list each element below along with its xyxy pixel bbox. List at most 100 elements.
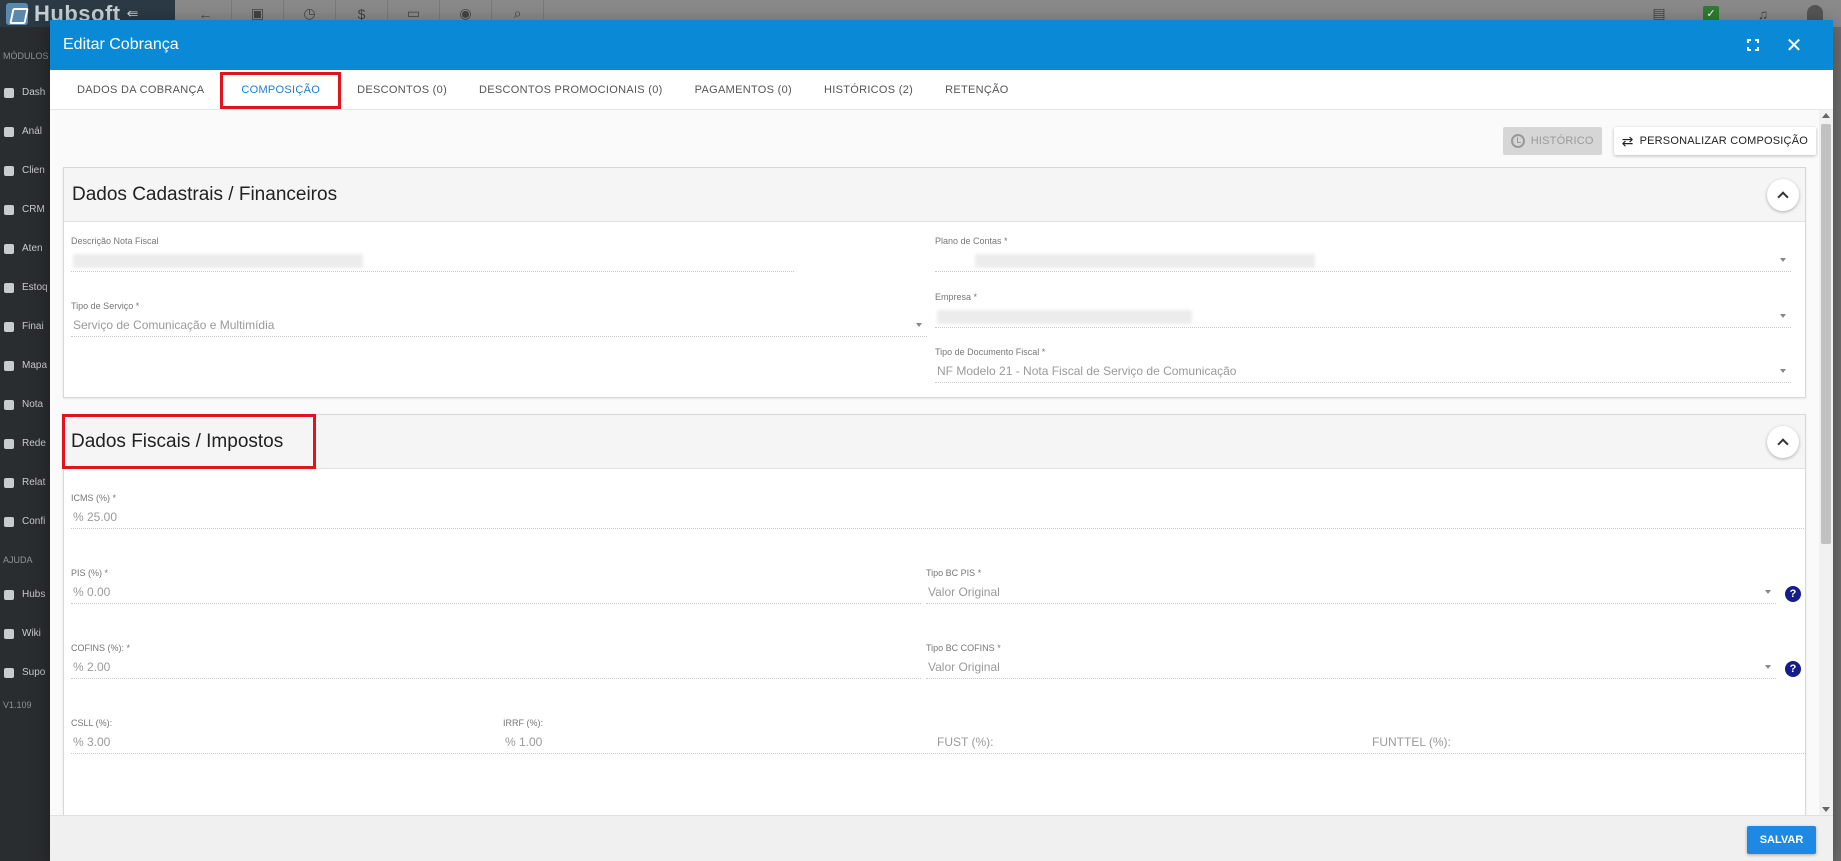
cofins-label: COFINS (%): bbox=[71, 643, 124, 653]
fullscreen-button[interactable] bbox=[1741, 33, 1765, 57]
sidebar-item-configuracoes[interactable]: Confi bbox=[0, 502, 50, 541]
sidebar-item-dashboard[interactable]: Dash bbox=[0, 73, 50, 112]
tab-historicos[interactable]: HISTÓRICOS (2) bbox=[808, 70, 929, 110]
modal-content: HISTÓRICO ⇄ PERSONALIZAR COMPOSIÇÃO Dado… bbox=[50, 110, 1819, 815]
icms-value: % 25.00 bbox=[73, 510, 118, 524]
cofins-value: % 2.00 bbox=[73, 660, 111, 674]
sidebar-item-label: Rede bbox=[22, 438, 46, 449]
chevron-down-icon bbox=[916, 323, 922, 327]
tab-composicao[interactable]: COMPOSIÇÃO bbox=[220, 71, 342, 109]
tab-descontos-promocionais[interactable]: DESCONTOS PROMOCIONAIS (0) bbox=[463, 70, 679, 110]
sidebar-item-label: Mapa bbox=[22, 360, 48, 371]
sidebar-item-crm[interactable]: CRM bbox=[0, 190, 50, 229]
sidebar-item-hubsoft[interactable]: Hubs bbox=[0, 575, 50, 614]
empresa-field[interactable]: Empresa * bbox=[935, 292, 1791, 328]
descricao-nota-fiscal-field[interactable]: Descrição Nota Fiscal bbox=[71, 236, 794, 272]
swap-icon: ⇄ bbox=[1621, 132, 1634, 149]
fust-field[interactable]: FUST (%): bbox=[937, 735, 993, 749]
sidebar-item-label: Clien bbox=[22, 165, 45, 176]
personalizar-composicao-button[interactable]: ⇄ PERSONALIZAR COMPOSIÇÃO bbox=[1613, 127, 1816, 155]
sidebar-item-label: Hubs bbox=[22, 589, 46, 600]
dashboard-icon bbox=[4, 87, 14, 98]
sidebar-item-notas[interactable]: Nota bbox=[0, 385, 50, 424]
help-icon[interactable]: ? bbox=[1785, 586, 1801, 602]
edit-charge-modal: Editar Cobrança ✕ DADOS DA COBRANÇA COMP… bbox=[50, 20, 1833, 861]
tipo-documento-fiscal-select[interactable]: Tipo de Documento Fiscal * NF Modelo 21 … bbox=[935, 347, 1791, 383]
historico-button-label: HISTÓRICO bbox=[1530, 135, 1594, 147]
sidebar-item-financeiro[interactable]: Finai bbox=[0, 307, 50, 346]
plano-de-contas-field[interactable]: Plano de Contas * bbox=[935, 236, 1791, 272]
close-button[interactable]: ✕ bbox=[1782, 33, 1806, 57]
chevron-down-icon bbox=[1765, 590, 1771, 594]
chevron-down-icon bbox=[1780, 314, 1786, 318]
fiscais-card: Dados Fiscais / Impostos ICMS (%) * % 25… bbox=[62, 414, 1806, 815]
sidebar-item-estoque[interactable]: Estoq bbox=[0, 268, 50, 307]
cadastrais-card-header: Dados Cadastrais / Financeiros bbox=[64, 168, 1805, 222]
hubsoft-logo-icon bbox=[6, 2, 28, 25]
chevron-down-icon bbox=[1780, 369, 1786, 373]
sidebar-item-relatorios[interactable]: Relat bbox=[0, 463, 50, 502]
video-icon bbox=[4, 589, 14, 600]
sidebar-item-label: Supo bbox=[22, 667, 46, 678]
redacted-value bbox=[975, 254, 1315, 268]
sidebar-item-clientes[interactable]: Clien bbox=[0, 151, 50, 190]
funttel-field[interactable]: FUNTTEL (%): bbox=[1372, 735, 1451, 749]
user-card-icon bbox=[4, 165, 14, 176]
tab-pagamentos[interactable]: PAGAMENTOS (0) bbox=[679, 70, 808, 110]
calendar-icon bbox=[4, 243, 14, 254]
tab-dados-cobranca[interactable]: DADOS DA COBRANÇA bbox=[61, 70, 220, 110]
sidebar-item-atendimento[interactable]: Aten bbox=[0, 229, 50, 268]
gear-icon bbox=[4, 516, 14, 527]
tipo-bc-cofins-label: Tipo BC COFINS bbox=[926, 643, 995, 653]
collapse-fiscais-button[interactable] bbox=[1767, 426, 1799, 458]
redacted-value bbox=[73, 254, 363, 268]
pis-field[interactable]: PIS (%) * % 0.00 bbox=[71, 568, 921, 604]
tab-retencao[interactable]: RETENÇÃO bbox=[929, 70, 1025, 110]
sidebar-item-analise[interactable]: Anál bbox=[0, 112, 50, 151]
sidebar-section-help: AJUDA bbox=[3, 555, 33, 565]
irrf-value[interactable]: % 1.00 bbox=[505, 735, 542, 749]
tipo-servico-select[interactable]: Tipo de Serviço * Serviço de Comunicação… bbox=[71, 301, 927, 337]
save-button[interactable]: SALVAR bbox=[1747, 826, 1816, 854]
csll-label: CSLL (%): bbox=[71, 718, 113, 728]
scrollbar-thumb[interactable] bbox=[1821, 124, 1831, 544]
cofins-field[interactable]: COFINS (%): * % 2.00 bbox=[71, 643, 921, 679]
sidebar-item-mapa[interactable]: Mapa bbox=[0, 346, 50, 385]
finance-icon bbox=[4, 321, 14, 332]
wiki-icon bbox=[4, 628, 14, 639]
redacted-value bbox=[937, 310, 1192, 324]
tipo-bc-cofins-value: Valor Original bbox=[928, 660, 1000, 674]
history-icon bbox=[1510, 134, 1525, 148]
tipo-servico-label: Tipo de Serviço bbox=[71, 301, 134, 311]
sidebar-item-rede[interactable]: Rede bbox=[0, 424, 50, 463]
icms-field[interactable]: ICMS (%) * % 25.00 bbox=[71, 493, 1806, 529]
sidebar-item-label: CRM bbox=[22, 204, 45, 215]
modal-scrollbar[interactable] bbox=[1819, 110, 1833, 815]
tipo-bc-pis-select[interactable]: Tipo BC PIS * Valor Original bbox=[926, 568, 1776, 604]
plano-label: Plano de Contas bbox=[935, 236, 1002, 246]
close-icon: ✕ bbox=[1785, 34, 1803, 57]
sidebar-item-label: Estoq bbox=[22, 282, 48, 293]
personalizar-button-label: PERSONALIZAR COMPOSIÇÃO bbox=[1639, 135, 1808, 147]
scroll-down-icon[interactable] bbox=[1822, 807, 1830, 812]
sidebar-item-label: Aten bbox=[22, 243, 43, 254]
sidebar-item-label: Relat bbox=[22, 477, 46, 488]
descricao-label: Descrição Nota Fiscal bbox=[71, 236, 159, 246]
collapse-cadastrais-button[interactable] bbox=[1767, 179, 1799, 211]
scroll-up-icon[interactable] bbox=[1822, 113, 1830, 118]
fiscais-title: Dados Fiscais / Impostos bbox=[62, 414, 317, 469]
tipo-bc-cofins-select[interactable]: Tipo BC COFINS * Valor Original bbox=[926, 643, 1776, 679]
help-icon[interactable]: ? bbox=[1785, 661, 1801, 677]
tab-descontos[interactable]: DESCONTOS (0) bbox=[341, 70, 463, 110]
modal-header: Editar Cobrança ✕ bbox=[50, 20, 1833, 70]
historico-button[interactable]: HISTÓRICO bbox=[1502, 127, 1602, 155]
network-icon bbox=[4, 438, 14, 449]
tipo-doc-value: NF Modelo 21 - Nota Fiscal de Serviço de… bbox=[937, 364, 1237, 378]
sidebar-item-suporte[interactable]: Supo bbox=[0, 653, 50, 692]
app-sidebar: MÓDULOS Dash Anál Clien CRM Aten Estoq F… bbox=[0, 27, 50, 861]
chevron-down-icon bbox=[1765, 665, 1771, 669]
sidebar-item-wiki[interactable]: Wiki bbox=[0, 614, 50, 653]
tipo-bc-pis-value: Valor Original bbox=[928, 585, 1000, 599]
csll-value[interactable]: % 3.00 bbox=[73, 735, 110, 749]
box-icon bbox=[4, 282, 14, 293]
